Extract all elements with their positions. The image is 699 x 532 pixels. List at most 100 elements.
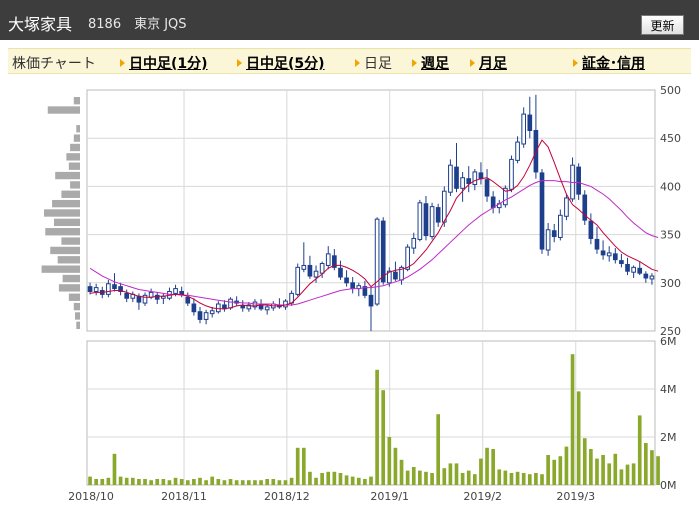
volume-bar [387, 437, 392, 485]
volume-bar [466, 470, 471, 485]
volume-bar [411, 467, 416, 485]
volume-bar [472, 474, 477, 485]
volume-bar [521, 473, 526, 485]
price-tick-label: 500 [660, 84, 681, 97]
volume-bar [253, 480, 257, 485]
volume-bar [607, 463, 612, 485]
candle-body [521, 113, 527, 145]
volume-bar [424, 471, 428, 485]
volume-bar [234, 480, 239, 485]
volume-bar [161, 479, 166, 485]
volume-bar [540, 474, 544, 485]
candle-body [350, 282, 356, 290]
candle-body [417, 202, 423, 240]
candle-body [215, 303, 221, 313]
x-tick-label: 2019/1 [370, 490, 409, 503]
volume-bar [320, 473, 324, 485]
candle-body [558, 214, 563, 238]
candle-body [515, 141, 520, 161]
volume-tick-label: 4M [660, 383, 677, 396]
candle-body [344, 277, 349, 284]
price-tick-label: 450 [660, 132, 681, 145]
volume-bar [436, 414, 441, 485]
candle-body [441, 190, 447, 223]
volume-bar [363, 479, 367, 485]
volume-bar [509, 473, 514, 485]
volume-bar [558, 456, 563, 485]
volume-bar [259, 480, 263, 485]
volume-bar [106, 477, 111, 485]
candle-body [631, 266, 636, 273]
price-profile-bar [76, 125, 80, 133]
volume-bar [589, 449, 593, 485]
price-profile-bar [73, 134, 80, 142]
x-tick-label: 2018/12 [264, 490, 310, 503]
volume-bar [192, 479, 196, 485]
candle-body [148, 291, 154, 298]
volume-bar [344, 475, 349, 485]
volume-bar [497, 469, 502, 485]
volume-tick-label: 2M [660, 431, 677, 444]
volume-bar [155, 479, 160, 485]
volume-bar [576, 391, 581, 485]
price-profile-bar [58, 284, 80, 292]
candle-body [478, 172, 484, 180]
candle-body [454, 166, 459, 189]
volume-bar [448, 463, 453, 485]
candle-body [539, 172, 545, 250]
candle-body [264, 306, 270, 311]
volume-bar [247, 480, 251, 485]
volume-bar [326, 471, 331, 485]
volume-bar [356, 477, 361, 485]
x-tick-label: 2018/10 [68, 490, 114, 503]
candle-body [301, 264, 307, 270]
volume-chart-frame [86, 340, 656, 486]
price-tick-label: 350 [660, 229, 681, 242]
volume-bar [167, 480, 172, 485]
candle-body [313, 270, 319, 278]
volume-bar [173, 477, 178, 485]
candle-body [112, 284, 117, 290]
volume-bar [210, 476, 215, 485]
price-profile-bar [44, 209, 80, 217]
price-profile-bar [47, 106, 80, 114]
candle-body [490, 196, 496, 209]
price-tick-label: 400 [660, 180, 681, 193]
candle-body [472, 171, 478, 185]
candle-body [307, 264, 313, 277]
volume-bar [240, 480, 245, 485]
candle-body [106, 283, 111, 295]
candle-body [142, 294, 148, 304]
volume-bar [595, 458, 599, 485]
candle-body [545, 229, 551, 251]
candle-body [136, 295, 142, 303]
volume-bar [405, 470, 410, 485]
candle-body [606, 252, 612, 257]
volume-bar [143, 479, 147, 485]
candle-body [197, 311, 203, 320]
volume-tick-label: 0M [660, 479, 677, 492]
candle-body [173, 288, 178, 294]
volume-bar [619, 469, 624, 485]
candle-body [551, 230, 557, 238]
candle-body [466, 178, 472, 185]
price-profile-bar [70, 181, 80, 189]
volume-bar [118, 476, 123, 485]
candle-body [612, 253, 618, 261]
volume-tick-label: 6M [660, 335, 677, 348]
volume-bar [124, 477, 129, 485]
candle-body [240, 305, 246, 309]
volume-bar [534, 473, 538, 485]
volume-bar [289, 477, 294, 485]
volume-bar [552, 459, 557, 485]
volume-by-price-profile [41, 97, 80, 329]
volume-bar [185, 480, 190, 485]
candle-body [374, 218, 380, 305]
volume-bar [149, 480, 153, 485]
volume-bar [271, 479, 276, 485]
volume-bar [301, 447, 306, 485]
candle-body [509, 158, 514, 190]
candle-body [643, 273, 649, 279]
volume-bar [314, 477, 318, 485]
volume-bar [94, 479, 98, 485]
